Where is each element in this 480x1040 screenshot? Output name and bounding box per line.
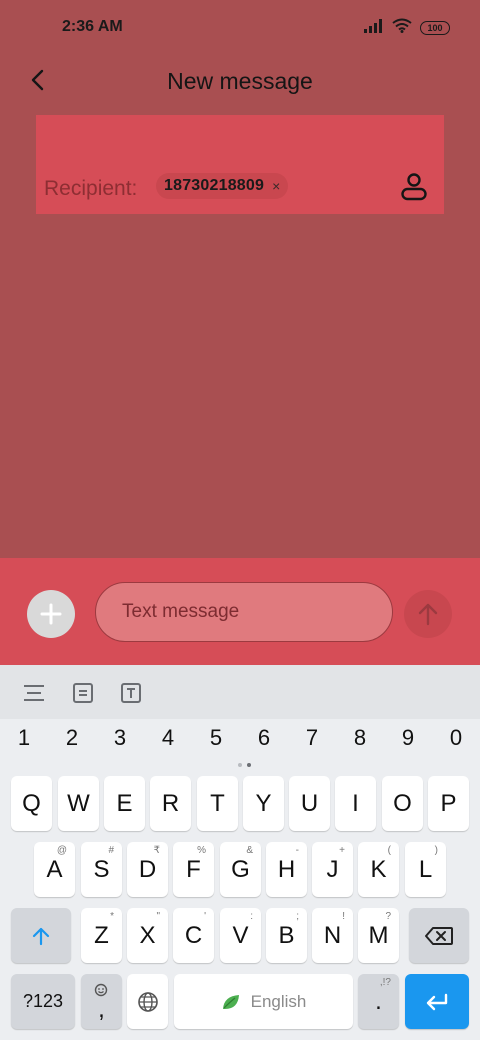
plus-icon	[40, 603, 62, 625]
app-header: New message	[0, 58, 480, 104]
key-y[interactable]: Y	[243, 776, 284, 831]
key-z[interactable]: * Z	[81, 908, 122, 963]
key-k[interactable]: (K	[358, 842, 399, 897]
key-1[interactable]: 1	[0, 725, 48, 751]
key-6[interactable]: 6	[240, 725, 288, 751]
text-format-button[interactable]	[21, 680, 47, 706]
attach-button[interactable]	[27, 590, 75, 638]
chip-remove-icon[interactable]: ×	[272, 179, 280, 193]
page-indicator	[238, 763, 251, 767]
status-time: 2:36 AM	[62, 18, 123, 35]
key-4[interactable]: 4	[144, 725, 192, 751]
shift-arrow-icon	[32, 927, 50, 945]
shift-key[interactable]	[11, 908, 71, 963]
align-lines-icon	[24, 685, 44, 701]
keyboard: 1 2 3 4 5 6 7 8 9 0 Q W E R T Y U I O P …	[0, 665, 480, 1040]
key-f[interactable]: % F	[173, 842, 214, 897]
backspace-key[interactable]	[409, 908, 469, 963]
number-row: 1 2 3 4 5 6 7 8 9 0	[0, 725, 480, 759]
recipient-chip[interactable]: 18730218809 ×	[156, 173, 289, 199]
key-p[interactable]: P	[428, 776, 469, 831]
text-box-icon	[121, 683, 141, 703]
page-title: New message	[167, 68, 313, 94]
key-n[interactable]: ! N	[312, 908, 353, 963]
key-i[interactable]: I	[335, 776, 376, 831]
key-o[interactable]: O	[382, 776, 423, 831]
space-bar-label: English	[250, 991, 307, 1011]
key-s[interactable]: # S	[81, 842, 122, 897]
space-bar[interactable]: English	[174, 974, 353, 1029]
clipboard-icon	[73, 683, 93, 703]
status-icons: 100	[364, 18, 450, 38]
key-x[interactable]: " X	[127, 908, 168, 963]
globe-icon	[137, 991, 158, 1012]
key-g[interactable]: & G	[220, 842, 261, 897]
recipient-field[interactable]: Recipient: 18730218809 ×	[36, 115, 444, 214]
key-3[interactable]: 3	[96, 725, 144, 751]
status-bar: 2:36 AM 100	[0, 0, 480, 56]
key-u[interactable]: U	[289, 776, 330, 831]
recipient-label: Recipient:	[44, 177, 138, 200]
symbols-key[interactable]: ?123	[11, 974, 75, 1029]
contact-picker-button[interactable]	[398, 171, 430, 203]
key-7[interactable]: 7	[288, 725, 336, 751]
send-button[interactable]	[404, 590, 452, 638]
language-key[interactable]	[127, 974, 168, 1029]
contact-person-icon	[401, 173, 427, 201]
key-q[interactable]: Q	[11, 776, 52, 831]
key-v[interactable]: :V	[220, 908, 261, 963]
key-m[interactable]: ? M	[358, 908, 399, 963]
battery-icon: 100	[420, 21, 450, 35]
key-h[interactable]: -H	[266, 842, 307, 897]
enter-arrow-icon	[426, 993, 448, 1010]
emoji-icon	[94, 983, 108, 997]
signal-icon	[364, 18, 384, 38]
key-t[interactable]: T	[197, 776, 238, 831]
recipient-chip-number: 18730218809	[164, 177, 265, 194]
key-w[interactable]: W	[58, 776, 99, 831]
key-5[interactable]: 5	[192, 725, 240, 751]
arrow-up-icon	[418, 603, 438, 626]
key-c[interactable]: ' C	[173, 908, 214, 963]
key-j[interactable]: + J	[312, 842, 353, 897]
key-a[interactable]: @ A	[34, 842, 75, 897]
key-0[interactable]: 0	[432, 725, 480, 751]
period-key[interactable]: ,!?.	[358, 974, 399, 1029]
leaf-icon	[222, 994, 239, 1009]
keyboard-toolbar	[0, 665, 480, 719]
message-input[interactable]: Text message	[95, 582, 393, 642]
key-9[interactable]: 9	[384, 725, 432, 751]
key-2[interactable]: 2	[48, 725, 96, 751]
key-d[interactable]: ₹ D	[127, 842, 168, 897]
key-e[interactable]: E	[104, 776, 145, 831]
enter-key[interactable]	[405, 974, 469, 1029]
text-edit-button[interactable]	[118, 680, 144, 706]
compose-bar: Text message	[0, 558, 480, 665]
comma-key[interactable]: ,	[81, 974, 122, 1029]
key-b[interactable]: ; B	[266, 908, 307, 963]
clipboard-button[interactable]	[70, 680, 96, 706]
backspace-icon	[425, 926, 453, 945]
key-8[interactable]: 8	[336, 725, 384, 751]
key-r[interactable]: R	[150, 776, 191, 831]
wifi-icon	[392, 18, 412, 38]
key-l[interactable]: ) L	[405, 842, 446, 897]
